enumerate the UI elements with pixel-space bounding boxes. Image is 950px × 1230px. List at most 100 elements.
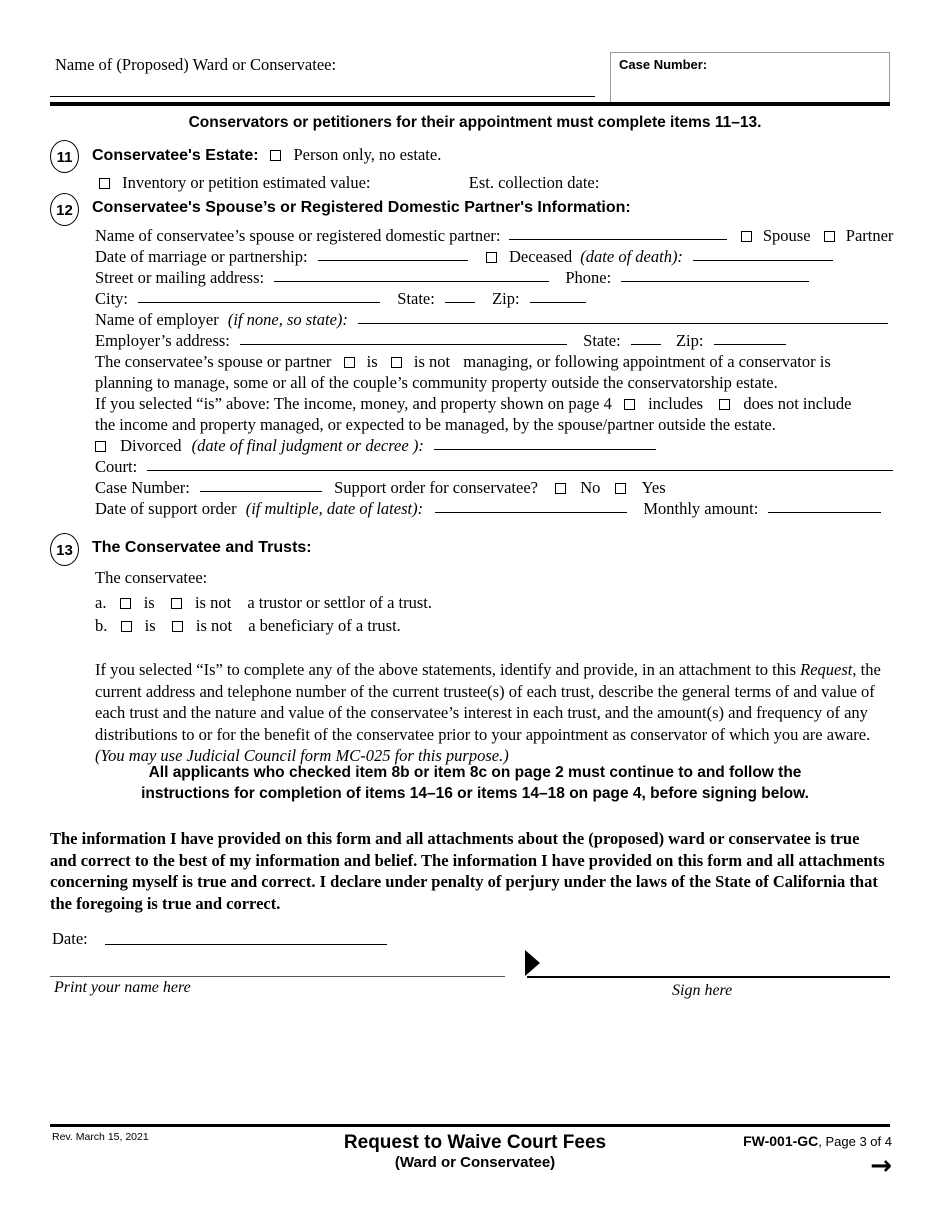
city-input-line[interactable] (138, 302, 381, 303)
employer-address-input-line[interactable] (240, 344, 568, 345)
income-does-not-include-label: does not include (743, 394, 852, 413)
item-13b-row: b. is is not a beneficiary of a trust. (95, 615, 401, 636)
item-13b-text: a beneficiary of a trust. (248, 616, 401, 635)
spouse-name-label: Name of conservatee’s spouse or register… (95, 226, 501, 245)
trustor-is-checkbox[interactable] (119, 598, 131, 609)
section-banner: Conservators or petitioners for their ap… (188, 114, 762, 131)
date-label: Date: (52, 929, 88, 948)
support-date-label: Date of support order (95, 499, 237, 518)
income-statement-row: If you selected “is” above: The income, … (95, 393, 852, 414)
item-12-heading: Conservatee's Spouse’s or Registered Dom… (92, 199, 631, 216)
marriage-date-input-line[interactable] (317, 260, 468, 261)
case-number-label: Case Number: (619, 57, 708, 72)
item-13-paragraph-pre: If you selected “Is” to complete any of … (95, 660, 801, 679)
employer-state-input-line[interactable] (630, 344, 661, 345)
state-input-line[interactable] (444, 302, 475, 303)
income-includes-label: includes (648, 394, 704, 413)
income-statement-prefix: If you selected “is” above: The income, … (95, 394, 612, 413)
trustor-is-not-label: is not (194, 593, 232, 612)
employer-name-row: Name of employer (if none, so state): (95, 309, 889, 330)
declaration-paragraph: The information I have provided on this … (50, 829, 885, 913)
employer-name-input-line[interactable] (358, 323, 889, 324)
trustor-is-not-checkbox[interactable] (170, 598, 182, 609)
item-13-number: 13 (50, 533, 79, 566)
monthly-amount-input-line[interactable] (768, 512, 882, 513)
signature-line[interactable] (527, 976, 890, 978)
support-case-number-row: Case Number: Support order for conservat… (95, 477, 666, 498)
item-13a-text: a trustor or settlor of a trust. (247, 593, 432, 612)
managing-statement-suffix: managing, or following appointment of a … (463, 352, 831, 371)
item-11-number: 11 (50, 140, 79, 173)
court-label: Court: (95, 457, 138, 476)
item-13a-marker: a. (95, 593, 107, 612)
spouse-name-input-line[interactable] (508, 239, 727, 240)
print-name-line[interactable] (50, 976, 505, 977)
footer-form-subtitle: (Ward or Conservatee) (394, 1154, 556, 1171)
item-11-heading-text: Conservatee's Estate: (92, 147, 259, 164)
marriage-date-row: Date of marriage or partnership: Decease… (95, 246, 834, 267)
item-13-paragraph: If you selected “Is” to complete any of … (95, 659, 888, 767)
deceased-date-input-line[interactable] (693, 260, 834, 261)
inventory-checkbox[interactable] (99, 178, 110, 189)
partner-checkbox[interactable] (823, 231, 835, 242)
support-date-input-line[interactable] (435, 512, 628, 513)
footer-form-code: FW-001-GC (743, 1133, 819, 1149)
monthly-amount-label: Monthly amount: (643, 499, 759, 518)
item-13b-marker: b. (95, 616, 108, 635)
beneficiary-is-not-label: is not (195, 616, 233, 635)
marriage-date-label: Date of marriage or partnership: (95, 247, 308, 266)
item-12-number: 12 (50, 193, 79, 226)
item-11-inventory-row: Inventory or petition estimated value: E… (99, 172, 599, 193)
footer-divider (50, 1124, 890, 1127)
beneficiary-is-checkbox[interactable] (120, 621, 132, 632)
item-13a-row: a. is is not a trustor or settlor of a t… (95, 592, 432, 613)
divorced-checkbox[interactable] (95, 441, 106, 452)
employer-address-row: Employer’s address: State: Zip: (95, 330, 786, 351)
employer-zip-label: Zip: (675, 331, 704, 350)
ward-name-label: Name of (Proposed) Ward or Conservatee: (55, 55, 337, 74)
beneficiary-is-not-checkbox[interactable] (171, 621, 183, 632)
deceased-date-hint: (date of death): (580, 247, 683, 266)
managing-is-label: is (366, 352, 378, 371)
trustor-is-label: is (143, 593, 155, 612)
employer-zip-input-line[interactable] (713, 344, 786, 345)
case-number-box[interactable]: Case Number: (610, 52, 890, 104)
phone-input-line[interactable] (621, 281, 810, 282)
applicants-notice-line1: All applicants who checked item 8b or it… (148, 764, 802, 781)
support-yes-checkbox[interactable] (614, 483, 626, 494)
person-only-label: Person only, no estate. (293, 145, 442, 164)
applicants-notice-line2: instructions for completion of items 14–… (141, 785, 809, 802)
divorced-date-hint: (date of final judgment or decree ): (191, 436, 424, 455)
ward-name-field-line[interactable] (50, 96, 595, 97)
zip-input-line[interactable] (529, 302, 586, 303)
zip-label: Zip: (492, 289, 520, 308)
est-collection-date-label: Est. collection date: (468, 173, 600, 192)
support-date-row: Date of support order (if multiple, date… (95, 498, 882, 519)
street-address-input-line[interactable] (274, 281, 550, 282)
beneficiary-is-label: is (144, 616, 156, 635)
income-includes-checkbox[interactable] (623, 399, 635, 410)
sign-here-caption: Sign here (672, 982, 733, 999)
footer-form-code-block: FW-001-GC, Page 3 of 4 (743, 1133, 892, 1149)
managing-is-not-checkbox[interactable] (390, 357, 402, 368)
court-input-line[interactable] (147, 470, 894, 471)
employer-address-label: Employer’s address: (95, 331, 230, 350)
date-input-line[interactable] (105, 944, 387, 945)
footer-page-info: , Page 3 of 4 (818, 1134, 892, 1149)
person-only-checkbox[interactable] (270, 150, 281, 161)
managing-statement-prefix: The conservatee’s spouse or partner (95, 352, 332, 371)
divorced-date-input-line[interactable] (433, 449, 656, 450)
deceased-checkbox[interactable] (485, 252, 497, 263)
partner-option-label: Partner (845, 226, 894, 245)
signature-arrow-icon (525, 950, 540, 976)
support-no-checkbox[interactable] (555, 483, 567, 494)
managing-is-checkbox[interactable] (343, 357, 355, 368)
income-does-not-include-checkbox[interactable] (719, 399, 731, 410)
court-row: Court: (95, 456, 894, 477)
employer-name-label: Name of employer (95, 310, 219, 329)
city-state-zip-row: City: State: Zip: (95, 288, 586, 309)
support-case-number-input-line[interactable] (199, 491, 322, 492)
spouse-checkbox[interactable] (740, 231, 752, 242)
income-statement-line2: the income and property managed, or expe… (95, 415, 776, 434)
street-address-row: Street or mailing address: Phone: (95, 267, 810, 288)
